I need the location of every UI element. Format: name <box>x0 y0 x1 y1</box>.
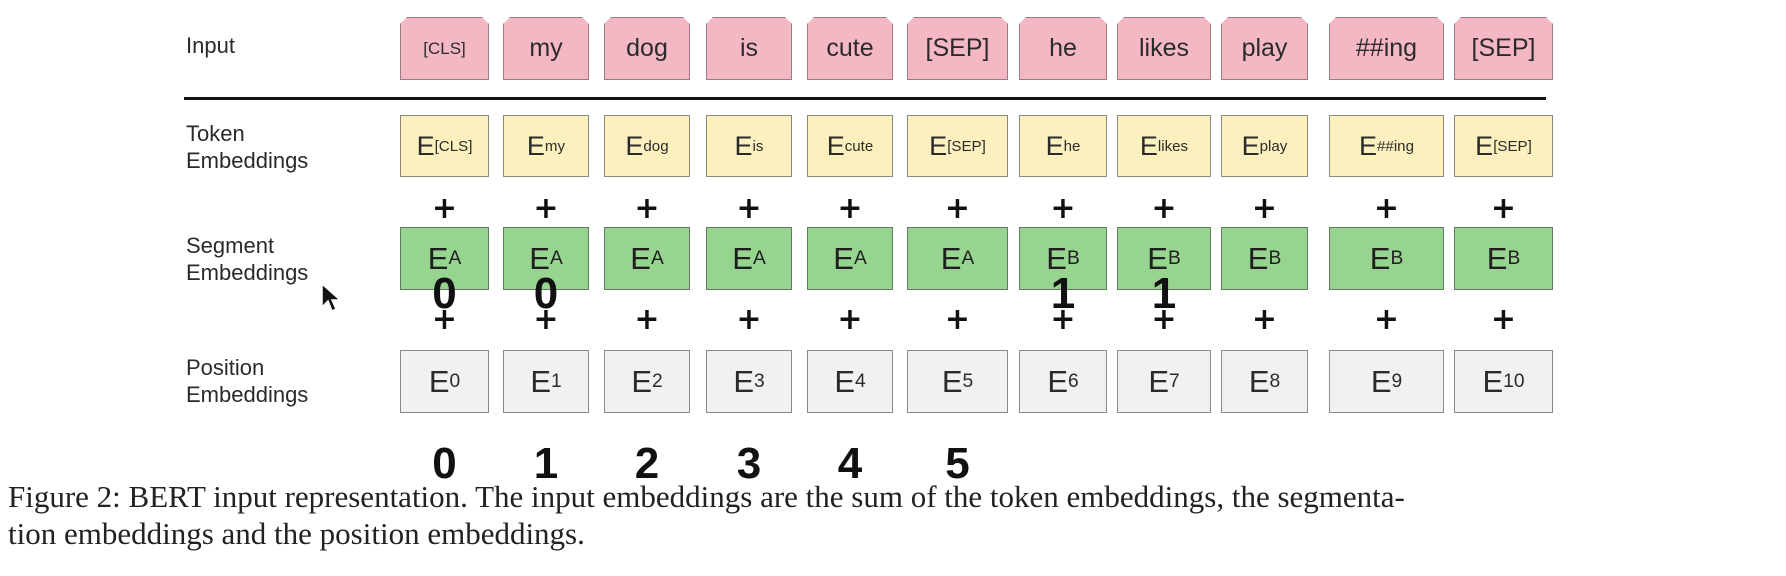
input-token-box: my <box>503 17 589 80</box>
position-label-line-2: Embeddings <box>186 382 309 407</box>
position-embedding-box: E8 <box>1221 350 1308 413</box>
plus-sign: + <box>431 191 458 226</box>
input-token-box: is <box>706 17 792 80</box>
segment-label-line-2: Embeddings <box>186 260 309 285</box>
segment-label-line-1: Segment <box>186 233 275 258</box>
token-label-line-1: Token <box>186 121 245 146</box>
segment-id-annotation: 0 <box>432 269 457 318</box>
plus-sign: + <box>1251 191 1278 226</box>
token-embedding-box: Ecute <box>807 115 893 177</box>
position-embeddings-label: Position Embeddings <box>186 354 308 408</box>
input-divider-line <box>184 97 1546 100</box>
plus-sign: + <box>944 191 971 226</box>
position-embedding-box: E 10 <box>1454 350 1553 413</box>
token-embedding-box: Emy <box>503 115 589 177</box>
segment-embedding-box: EB <box>1221 227 1308 290</box>
token-embedding-box: E ##ing <box>1329 115 1444 177</box>
caption-line-2: tion embeddings and the position embeddi… <box>8 516 585 551</box>
plus-sign: + <box>634 191 660 226</box>
plus-sign: + <box>736 191 762 226</box>
token-embedding-box: Eplay <box>1221 115 1308 177</box>
input-token-box: [CLS] <box>400 17 489 80</box>
plus-sign: + <box>1373 191 1400 226</box>
segment-id-annotation: 0 <box>533 269 559 318</box>
token-embeddings-label: Token Embeddings <box>186 120 308 174</box>
position-embedding-box: E2 <box>604 350 690 413</box>
caption-line-1: Figure 2: BERT input representation. The… <box>8 479 1405 514</box>
figure-caption: Figure 2: BERT input representation. The… <box>8 478 1778 552</box>
input-token-box: likes <box>1117 17 1211 80</box>
segment-id-annotation: 1 <box>1151 269 1177 318</box>
input-token-box: play <box>1221 17 1308 80</box>
segment-embedding-box: EA <box>706 227 792 290</box>
input-token-box: [SEP] <box>907 17 1008 80</box>
plus-sign: + <box>1251 302 1278 337</box>
plus-sign: + <box>1490 191 1517 226</box>
position-embedding-box: E3 <box>706 350 792 413</box>
token-embedding-box: E [CLS] <box>400 115 489 177</box>
token-label-line-2: Embeddings <box>186 148 309 173</box>
position-label-line-1: Position <box>186 355 265 380</box>
position-embedding-box: E0 <box>400 350 489 413</box>
position-embedding-box: E6 <box>1019 350 1107 413</box>
input-token-box: dog <box>604 17 690 80</box>
token-embedding-box: Edog <box>604 115 690 177</box>
segment-embedding-box: EA <box>907 227 1008 290</box>
plus-sign: + <box>1050 191 1076 226</box>
input-token-box: ##ing <box>1329 17 1444 80</box>
plus-sign: + <box>1490 302 1517 337</box>
segment-embeddings-label: Segment Embeddings <box>186 232 308 286</box>
segment-embedding-box: EA <box>604 227 690 290</box>
plus-sign: + <box>944 302 971 337</box>
plus-sign: + <box>837 191 863 226</box>
segment-embedding-box: EB <box>1454 227 1553 290</box>
token-embedding-box: E [SEP] <box>1454 115 1553 177</box>
plus-sign: + <box>1373 302 1400 337</box>
plus-sign: + <box>533 191 559 226</box>
input-label-text: Input <box>186 33 235 58</box>
position-embedding-box: E1 <box>503 350 589 413</box>
plus-sign: + <box>736 302 762 337</box>
segment-id-annotation: 1 <box>1050 269 1076 318</box>
position-embedding-box: E4 <box>807 350 893 413</box>
position-embedding-box: E7 <box>1117 350 1211 413</box>
input-token-box: he <box>1019 17 1107 80</box>
input-token-box: [SEP] <box>1454 17 1553 80</box>
position-embedding-box: E9 <box>1329 350 1444 413</box>
token-embedding-box: Elikes <box>1117 115 1211 177</box>
mouse-cursor-icon <box>321 282 342 313</box>
token-embedding-box: Eis <box>706 115 792 177</box>
plus-sign: + <box>837 302 863 337</box>
plus-sign: + <box>634 302 660 337</box>
input-token-box: cute <box>807 17 893 80</box>
token-embedding-box: Ehe <box>1019 115 1107 177</box>
plus-sign: + <box>1151 191 1177 226</box>
position-embedding-box: E5 <box>907 350 1008 413</box>
input-row-label: Input <box>186 32 235 59</box>
token-embedding-box: E [SEP] <box>907 115 1008 177</box>
segment-embedding-box: EA <box>807 227 893 290</box>
segment-embedding-box: EB <box>1329 227 1444 290</box>
